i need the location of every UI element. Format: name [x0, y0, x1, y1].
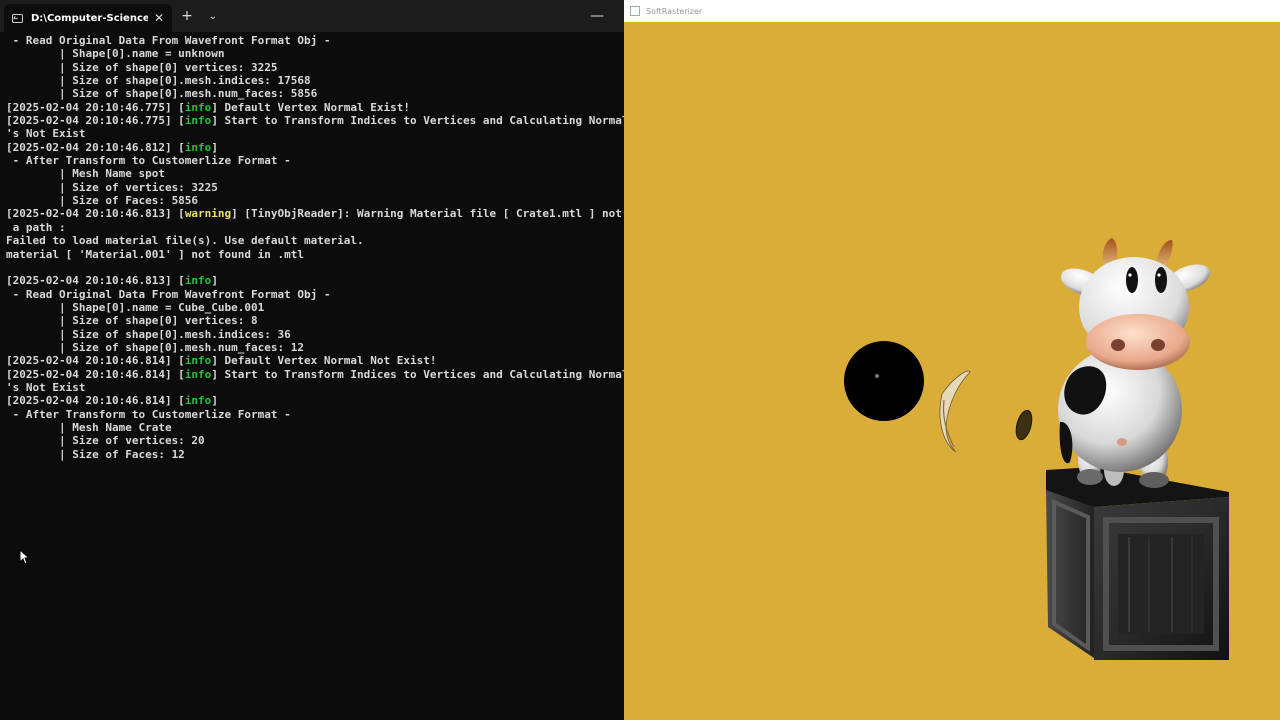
terminal-text: | Size of shape[0].mesh.indices: 17568: [6, 74, 311, 88]
terminal-line: Failed to load material file(s). Use def…: [0, 234, 624, 247]
twisted-slice-object: [939, 370, 971, 453]
terminal-text: material [ 'Material.001' ] not found in…: [6, 247, 305, 261]
terminal-text: | Mesh Name spot: [6, 167, 165, 181]
terminal-text: | Size of shape[0].mesh.indices: 36: [6, 327, 291, 341]
tab-dropdown-icon[interactable]: ⌄: [202, 11, 224, 22]
terminal-line: 's Not Exist: [0, 127, 624, 140]
terminal-line: - After Transform to Customerlize Format…: [0, 154, 624, 167]
terminal-text: | Size of shape[0] vertices: 8: [6, 314, 258, 328]
terminal-line: [2025-02-04 20:10:46.813] [info]: [0, 274, 624, 287]
terminal-icon: [12, 13, 23, 23]
log-level-info: info: [184, 354, 212, 368]
terminal-line: [2025-02-04 20:10:46.812] [info]: [0, 141, 624, 154]
terminal-tab[interactable]: D:\Computer-Science\Softwa ✕: [4, 4, 172, 32]
terminal-text: [2025-02-04 20:10:46.775] [: [6, 100, 185, 114]
app-icon: [630, 6, 640, 16]
terminal-line: | Size of shape[0] vertices: 8: [0, 314, 624, 327]
new-tab-button[interactable]: +: [176, 8, 198, 24]
terminal-text: ] Start to Transform Indices to Vertices…: [211, 114, 624, 128]
terminal-text: | Mesh Name Crate: [6, 420, 172, 434]
terminal-line: [2025-02-04 20:10:46.814] [info]: [0, 394, 624, 407]
terminal-text: | Size of shape[0] vertices: 3225: [6, 60, 278, 74]
terminal-text: [2025-02-04 20:10:46.814] [: [6, 394, 185, 408]
terminal-line: | Mesh Name Crate: [0, 421, 624, 434]
log-level-info: info: [184, 274, 212, 288]
terminal-text: [2025-02-04 20:10:46.814] [: [6, 367, 185, 381]
log-level-info: info: [184, 394, 212, 408]
log-level-info: info: [184, 114, 212, 128]
crate-object: [1046, 467, 1229, 660]
ellipse-object: [1015, 409, 1033, 441]
terminal-text: - After Transform to Customerlize Format…: [6, 407, 291, 421]
terminal-line: a path :: [0, 221, 624, 234]
sphere-object: [844, 341, 924, 421]
terminal-line: | Size of vertices: 20: [0, 434, 624, 447]
render-window-title: SoftRasterizer: [646, 6, 703, 16]
terminal-line: | Size of shape[0].mesh.indices: 36: [0, 328, 624, 341]
terminal-text: [2025-02-04 20:10:46.812] [: [6, 140, 185, 154]
terminal-line: 's Not Exist: [0, 381, 624, 394]
minimize-button[interactable]: —: [590, 8, 604, 24]
terminal-line: | Size of shape[0].mesh.num_faces: 5856: [0, 87, 624, 100]
terminal-text: [2025-02-04 20:10:46.814] [: [6, 354, 185, 368]
terminal-line: | Size of shape[0].mesh.num_faces: 12: [0, 341, 624, 354]
terminal-line: | Size of shape[0].mesh.indices: 17568: [0, 74, 624, 87]
terminal-window[interactable]: D:\Computer-Science\Softwa ✕ + ⌄ — - Rea…: [0, 0, 624, 720]
render-viewport[interactable]: [624, 22, 1280, 720]
log-level-info: info: [184, 100, 212, 114]
terminal-line: | Size of Faces: 5856: [0, 194, 624, 207]
terminal-line: [2025-02-04 20:10:46.775] [info] Default…: [0, 101, 624, 114]
terminal-line: - Read Original Data From Wavefront Form…: [0, 288, 624, 301]
terminal-text: ]: [211, 140, 218, 154]
terminal-text: a path :: [6, 220, 66, 234]
terminal-line: | Shape[0].name = Cube_Cube.001: [0, 301, 624, 314]
terminal-text: [2025-02-04 20:10:46.813] [: [6, 274, 185, 288]
terminal-line: [2025-02-04 20:10:46.813] [warning] [Tin…: [0, 207, 624, 220]
render-titlebar[interactable]: SoftRasterizer: [624, 0, 1280, 22]
terminal-line: material [ 'Material.001' ] not found in…: [0, 248, 624, 261]
terminal-text: ] Default Vertex Normal Exist!: [211, 100, 410, 114]
terminal-text: | Size of Faces: 12: [6, 447, 185, 461]
render-window[interactable]: SoftRasterizer: [624, 0, 1280, 720]
log-level-info: info: [184, 140, 212, 154]
terminal-text: [2025-02-04 20:10:46.813] [: [6, 207, 185, 221]
terminal-line: | Size of shape[0] vertices: 3225: [0, 61, 624, 74]
terminal-text: ]: [211, 274, 218, 288]
terminal-line: [2025-02-04 20:10:46.775] [info] Start t…: [0, 114, 624, 127]
terminal-text: ] [TinyObjReader]: Warning Material file…: [231, 207, 624, 221]
tab-close-icon[interactable]: ✕: [154, 11, 164, 25]
terminal-text: | Size of vertices: 20: [6, 434, 205, 448]
log-level-warning: warning: [184, 207, 232, 221]
terminal-text: Failed to load material file(s). Use def…: [6, 234, 364, 248]
terminal-titlebar[interactable]: D:\Computer-Science\Softwa ✕ + ⌄ —: [0, 0, 624, 32]
terminal-text: - After Transform to Customerlize Format…: [6, 154, 291, 168]
terminal-text: | Size of vertices: 3225: [6, 180, 218, 194]
terminal-text: 's Not Exist: [6, 380, 86, 394]
terminal-text: [2025-02-04 20:10:46.775] [: [6, 114, 185, 128]
terminal-line: | Size of Faces: 12: [0, 448, 624, 461]
terminal-text: ] Start to Transform Indices to Vertices…: [211, 367, 624, 381]
terminal-line: | Shape[0].name = unknown: [0, 47, 624, 60]
cow-object: [1058, 238, 1211, 488]
terminal-text: 's Not Exist: [6, 127, 86, 141]
terminal-text: | Size of Faces: 5856: [6, 194, 199, 208]
terminal-line: [2025-02-04 20:10:46.814] [info] Start t…: [0, 368, 624, 381]
terminal-text: ]: [211, 394, 218, 408]
terminal-text: | Size of shape[0].mesh.num_faces: 12: [6, 340, 305, 354]
terminal-line: - After Transform to Customerlize Format…: [0, 408, 624, 421]
terminal-line: [2025-02-04 20:10:46.814] [info] Default…: [0, 354, 624, 367]
terminal-line: | Size of vertices: 3225: [0, 181, 624, 194]
terminal-text: | Shape[0].name = unknown: [6, 47, 225, 61]
terminal-text: | Shape[0].name = Cube_Cube.001: [6, 300, 265, 314]
terminal-line: | Mesh Name spot: [0, 167, 624, 180]
log-level-info: info: [184, 367, 212, 381]
terminal-text: ] Default Vertex Normal Not Exist!: [211, 354, 437, 368]
tab-title: D:\Computer-Science\Softwa: [31, 12, 148, 24]
terminal-text: - Read Original Data From Wavefront Form…: [6, 287, 331, 301]
terminal-output[interactable]: - Read Original Data From Wavefront Form…: [0, 34, 624, 720]
terminal-text: | Size of shape[0].mesh.num_faces: 5856: [6, 87, 318, 101]
terminal-line: - Read Original Data From Wavefront Form…: [0, 34, 624, 47]
terminal-text: - Read Original Data From Wavefront Form…: [6, 34, 331, 47]
